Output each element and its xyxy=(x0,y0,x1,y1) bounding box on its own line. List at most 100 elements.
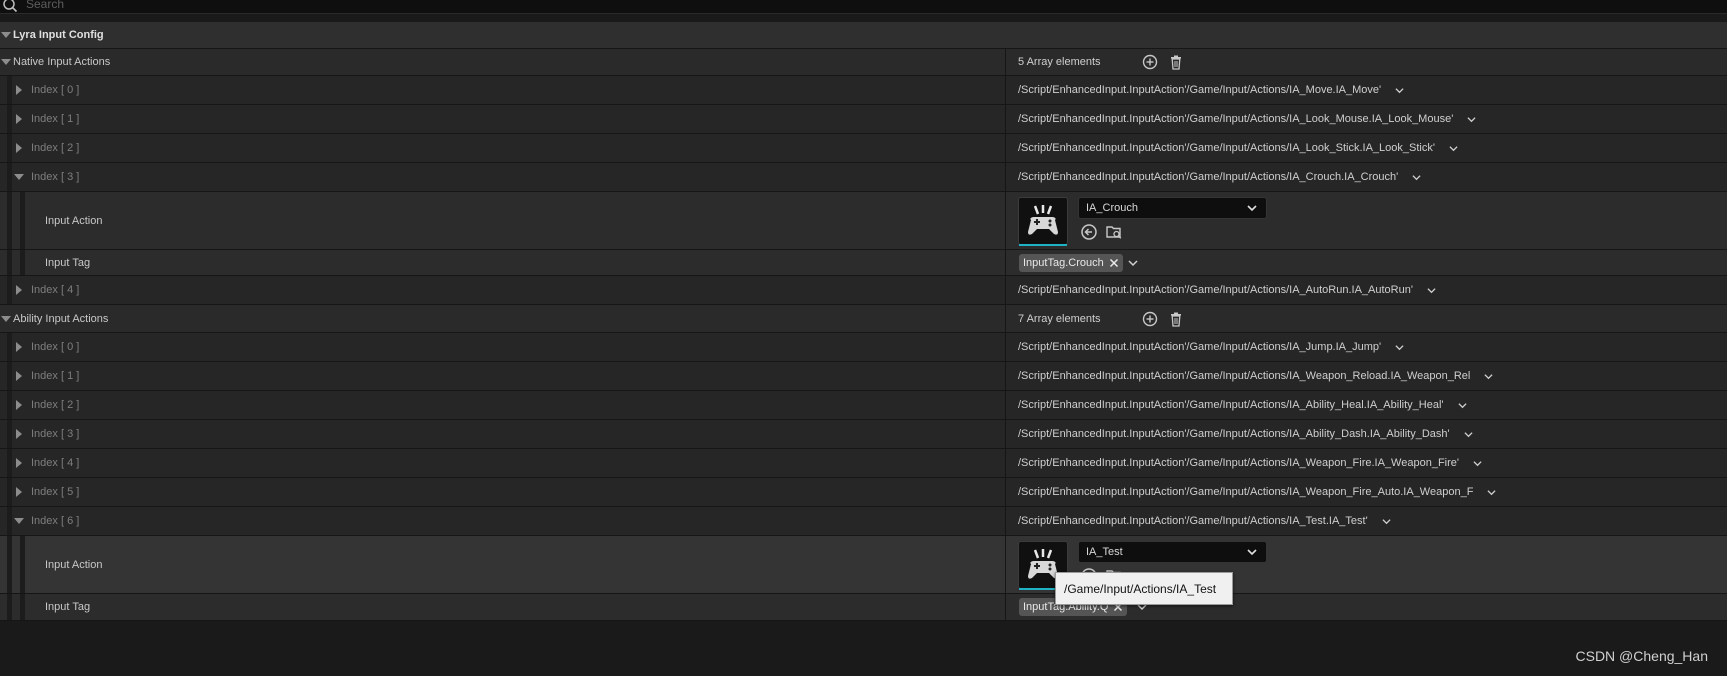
expand-arrow-icon[interactable] xyxy=(16,371,22,381)
chevron-down-icon[interactable] xyxy=(1487,488,1496,497)
input-action-path[interactable]: /Script/EnhancedInput.InputAction'/Game/… xyxy=(1018,391,1467,419)
ability-item-5[interactable]: Index [ 5 ] /Script/EnhancedInput.InputA… xyxy=(0,478,1727,507)
index-label: Index [ 0 ] xyxy=(31,84,80,96)
arrow-left-circle-icon[interactable] xyxy=(1080,223,1098,241)
native-item-4[interactable]: Index [ 4 ] /Script/EnhancedInput.InputA… xyxy=(0,276,1727,305)
chevron-down-icon[interactable] xyxy=(1382,517,1391,526)
input-action-path[interactable]: /Script/EnhancedInput.InputAction'/Game/… xyxy=(1018,134,1458,162)
index-label: Index [ 3 ] xyxy=(31,428,80,440)
ability-input-action-row: Input Action IA_Test xyxy=(0,536,1727,594)
ability-array-count: 7 Array elements xyxy=(1018,312,1101,325)
ability-input-tag-row: Input Tag InputTag.Ability.Q xyxy=(0,594,1727,621)
expand-arrow-icon[interactable] xyxy=(16,143,22,153)
input-action-label: Input Action xyxy=(45,214,103,227)
asset-path-tooltip: /Game/Input/Actions/IA_Test xyxy=(1055,572,1233,605)
search-bar xyxy=(0,0,1727,14)
chevron-down-icon[interactable] xyxy=(1464,430,1473,439)
input-action-path[interactable]: /Script/EnhancedInput.InputAction'/Game/… xyxy=(1018,507,1391,535)
native-array-count: 5 Array elements xyxy=(1018,56,1101,68)
category-title: Lyra Input Config xyxy=(13,29,104,41)
input-action-path[interactable]: /Script/EnhancedInput.InputAction'/Game/… xyxy=(1018,333,1404,361)
input-action-path[interactable]: /Script/EnhancedInput.InputAction'/Game/… xyxy=(1018,362,1493,390)
ability-input-actions-label: Ability Input Actions xyxy=(13,312,109,325)
native-input-actions-label: Native Input Actions xyxy=(13,56,111,68)
search-icon xyxy=(3,0,18,13)
ability-item-0[interactable]: Index [ 0 ] /Script/EnhancedInput.InputA… xyxy=(0,333,1727,362)
index-label: Index [ 0 ] xyxy=(31,341,80,353)
input-action-path[interactable]: /Script/EnhancedInput.InputAction'/Game/… xyxy=(1018,478,1496,506)
native-item-0[interactable]: Index [ 0 ] /Script/EnhancedInput.InputA… xyxy=(0,76,1727,105)
index-label: Index [ 6 ] xyxy=(31,515,80,527)
index-label: Index [ 5 ] xyxy=(31,486,80,498)
native-input-tag-row: Input Tag InputTag.Crouch xyxy=(0,250,1727,276)
category-lyra-input-config[interactable]: Lyra Input Config xyxy=(0,22,1727,49)
chevron-down-icon[interactable] xyxy=(1427,286,1436,295)
ability-item-4[interactable]: Index [ 4 ] /Script/EnhancedInput.InputA… xyxy=(0,449,1727,478)
collapse-arrow-icon[interactable] xyxy=(1,315,11,322)
input-action-path[interactable]: /Script/EnhancedInput.InputAction'/Game/… xyxy=(1018,105,1476,133)
expand-arrow-icon[interactable] xyxy=(16,429,22,439)
index-label: Index [ 1 ] xyxy=(31,370,80,382)
chevron-down-icon[interactable] xyxy=(1484,372,1493,381)
input-tag-label: Input Tag xyxy=(45,256,91,269)
trash-icon[interactable] xyxy=(1168,54,1184,70)
folder-search-icon[interactable] xyxy=(1105,223,1123,241)
index-label: Index [ 2 ] xyxy=(31,399,80,411)
expand-arrow-icon[interactable] xyxy=(16,85,22,95)
collapse-arrow-icon[interactable] xyxy=(1,59,11,65)
index-label: Index [ 2 ] xyxy=(31,142,80,154)
input-action-combo[interactable]: IA_Test xyxy=(1078,541,1267,563)
input-action-combo[interactable]: IA_Crouch xyxy=(1078,197,1267,219)
index-label: Index [ 4 ] xyxy=(31,284,80,296)
native-item-2[interactable]: Index [ 2 ] /Script/EnhancedInput.InputA… xyxy=(0,134,1727,163)
chevron-down-icon[interactable] xyxy=(1395,86,1404,95)
input-action-path[interactable]: /Script/EnhancedInput.InputAction'/Game/… xyxy=(1018,276,1436,304)
chevron-down-icon[interactable] xyxy=(1473,459,1482,468)
watermark: CSDN @Cheng_Han xyxy=(1575,648,1709,664)
input-action-path[interactable]: /Script/EnhancedInput.InputAction'/Game/… xyxy=(1018,163,1421,191)
expand-arrow-icon[interactable] xyxy=(16,114,22,124)
chevron-down-icon[interactable] xyxy=(1467,115,1476,124)
ability-item-2[interactable]: Index [ 2 ] /Script/EnhancedInput.InputA… xyxy=(0,391,1727,420)
input-action-path[interactable]: /Script/EnhancedInput.InputAction'/Game/… xyxy=(1018,449,1482,477)
chevron-down-icon xyxy=(1247,205,1257,212)
native-item-3[interactable]: Index [ 3 ] /Script/EnhancedInput.InputA… xyxy=(0,163,1727,192)
trash-icon[interactable] xyxy=(1168,311,1184,327)
ability-input-actions-row[interactable]: Ability Input Actions 7 Array elements xyxy=(0,305,1727,333)
search-input[interactable] xyxy=(26,0,626,12)
plus-circle-icon[interactable] xyxy=(1142,311,1158,327)
index-label: Index [ 1 ] xyxy=(31,113,80,125)
ability-item-1[interactable]: Index [ 1 ] /Script/EnhancedInput.InputA… xyxy=(0,362,1727,391)
native-input-action-row: Input Action IA_Crouch xyxy=(0,192,1727,250)
expand-arrow-icon[interactable] xyxy=(16,458,22,468)
collapse-arrow-icon[interactable] xyxy=(1,32,11,38)
chevron-down-icon[interactable] xyxy=(1395,343,1404,352)
expand-arrow-icon[interactable] xyxy=(16,400,22,410)
chevron-down-icon[interactable] xyxy=(1412,173,1421,182)
ability-item-6[interactable]: Index [ 6 ] /Script/EnhancedInput.InputA… xyxy=(0,507,1727,536)
chevron-down-icon[interactable] xyxy=(1457,401,1467,410)
index-label: Index [ 3 ] xyxy=(31,171,80,183)
chevron-down-icon[interactable] xyxy=(1128,259,1138,268)
collapse-arrow-icon[interactable] xyxy=(14,174,24,180)
native-input-actions-row[interactable]: Native Input Actions 5 Array elements xyxy=(0,49,1727,76)
index-label: Index [ 4 ] xyxy=(31,457,80,469)
chevron-down-icon xyxy=(1247,549,1257,556)
native-item-1[interactable]: Index [ 1 ] /Script/EnhancedInput.InputA… xyxy=(0,105,1727,134)
expand-arrow-icon[interactable] xyxy=(16,487,22,497)
gamepad-icon xyxy=(1028,205,1058,235)
asset-thumbnail[interactable] xyxy=(1018,197,1068,246)
collapse-arrow-icon[interactable] xyxy=(14,518,24,524)
details-panel: Lyra Input Config Native Input Actions 5… xyxy=(0,22,1727,621)
input-tag-label: Input Tag xyxy=(45,601,91,613)
input-action-path[interactable]: /Script/EnhancedInput.InputAction'/Game/… xyxy=(1018,420,1473,448)
ability-item-3[interactable]: Index [ 3 ] /Script/EnhancedInput.InputA… xyxy=(0,420,1727,449)
plus-circle-icon[interactable] xyxy=(1142,54,1158,70)
input-action-label: Input Action xyxy=(45,558,103,571)
expand-arrow-icon[interactable] xyxy=(16,342,22,352)
chevron-down-icon[interactable] xyxy=(1449,144,1458,153)
close-icon[interactable] xyxy=(1109,258,1119,268)
input-action-path[interactable]: /Script/EnhancedInput.InputAction'/Game/… xyxy=(1018,76,1404,104)
gameplay-tag-chip[interactable]: InputTag.Crouch xyxy=(1019,253,1123,272)
expand-arrow-icon[interactable] xyxy=(16,285,22,295)
